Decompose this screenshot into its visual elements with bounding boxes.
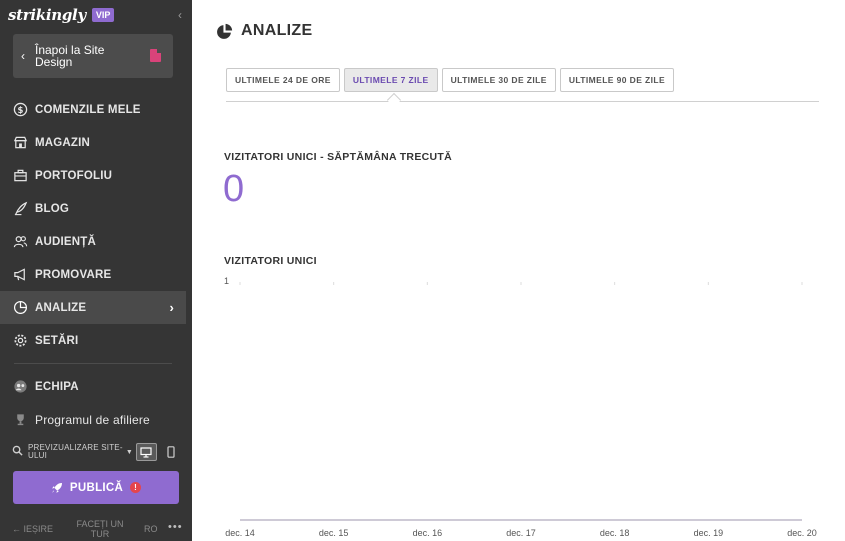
mobile-preview-button[interactable] <box>161 443 182 461</box>
active-tab-caret <box>386 92 402 108</box>
site-preview-row: PREVIZUALIZARE SITE-ULUI ▼ <box>12 441 182 463</box>
mobile-icon <box>167 446 176 458</box>
tab-last-30-days[interactable]: ULTIMELE 30 DE ZILE <box>441 68 556 92</box>
x-tick-label: dec. 16 <box>413 528 443 538</box>
sidebar-nav: $ COMENZILE MELE MAGAZIN PORTOFOLIU BLOG <box>0 93 186 436</box>
megaphone-icon <box>12 267 28 283</box>
back-label: Înapoi la Site Design <box>35 43 105 69</box>
collapse-sidebar-icon[interactable]: ‹ <box>178 8 182 22</box>
back-to-site-design-button[interactable]: ‹ Înapoi la Site Design <box>13 34 173 78</box>
people-icon <box>12 234 28 250</box>
chart-title: VIZITATORI UNICI <box>224 255 317 267</box>
sidebar-item-label: AUDIENȚĂ <box>35 235 97 248</box>
sidebar-item-label: PROMOVARE <box>35 268 112 281</box>
sidebar: strikingly VIP ‹ ‹ Înapoi la Site Design… <box>0 0 192 541</box>
chevron-right-icon: › <box>169 300 174 315</box>
pie-chart-icon <box>217 23 233 39</box>
time-range-tabs: ULTIMELE 24 DE ORE ULTIMELE 7 ZILE ULTIM… <box>226 68 678 92</box>
sidebar-item-promovare[interactable]: PROMOVARE <box>0 258 186 291</box>
sidebar-item-setari[interactable]: SETĂRI <box>0 324 186 357</box>
tab-last-7-days[interactable]: ULTIMELE 7 ZILE <box>343 68 438 92</box>
publish-button[interactable]: PUBLICĂ ! <box>13 471 179 504</box>
strikingly-logo: strikingly <box>8 6 86 24</box>
more-options-icon[interactable]: ••• <box>168 521 183 533</box>
sidebar-item-portofoliu[interactable]: PORTOFOLIU <box>0 159 186 192</box>
tab-last-90-days[interactable]: ULTIMELE 90 DE ZILE <box>559 68 675 92</box>
page-title-text: ANALIZE <box>241 22 313 39</box>
sidebar-item-label: COMENZILE MELE <box>35 103 141 116</box>
trophy-icon <box>12 412 28 428</box>
brand[interactable]: strikingly VIP <box>8 5 115 25</box>
sidebar-item-label: PORTOFOLIU <box>35 169 113 182</box>
dollar-circle-icon: $ <box>12 102 28 118</box>
sidebar-item-analize[interactable]: ANALIZE › <box>0 291 186 324</box>
sidebar-item-label: ANALIZE <box>35 301 87 314</box>
main-content: ANALIZE ULTIMELE 24 DE ORE ULTIMELE 7 ZI… <box>192 0 845 541</box>
gear-icon <box>12 333 28 349</box>
exit-label: IEȘIRE <box>23 524 54 534</box>
language-selector[interactable]: RO <box>144 524 158 534</box>
pie-chart-icon <box>12 300 28 316</box>
sidebar-footer: ← IEȘIRE FACEȚI UN TUR RO ••• <box>0 516 192 541</box>
sidebar-item-label: MAGAZIN <box>35 136 91 149</box>
vip-badge: VIP <box>91 8 115 22</box>
search-icon <box>12 443 23 461</box>
x-tick-label: dec. 18 <box>600 528 630 538</box>
x-tick-label: dec. 20 <box>787 528 817 538</box>
desktop-preview-button[interactable] <box>135 443 157 461</box>
x-tick-label: dec. 17 <box>506 528 536 538</box>
chevron-left-icon: ‹ <box>21 49 25 63</box>
sidebar-item-label: ECHIPA <box>35 380 79 393</box>
take-tour-link[interactable]: FACEȚI UN TUR <box>74 519 126 539</box>
sidebar-item-echipa[interactable]: ECHIPA <box>0 370 186 403</box>
chevron-down-icon[interactable]: ▼ <box>126 449 133 456</box>
svg-text:$: $ <box>17 105 23 115</box>
sidebar-item-label: SETĂRI <box>35 334 79 347</box>
x-tick-label: dec. 19 <box>694 528 724 538</box>
y-tick-label: 1 <box>224 276 229 286</box>
unique-visitors-chart: 1 dec. 14 dec. 15 dec. 16 dec. 17 dec. 18 dec.… <box>224 276 817 538</box>
store-icon <box>12 135 28 151</box>
desktop-icon <box>140 446 152 458</box>
preview-label[interactable]: PREVIZUALIZARE SITE-ULUI <box>28 444 124 460</box>
exit-link[interactable]: ← IEȘIRE <box>12 524 53 534</box>
sidebar-item-label: Programul de afiliere <box>35 412 150 427</box>
page-title: ANALIZE <box>216 22 312 40</box>
sidebar-item-audienta[interactable]: AUDIENȚĂ <box>0 225 186 258</box>
rocket-icon <box>51 482 62 493</box>
x-tick-label: dec. 15 <box>319 528 349 538</box>
sidebar-item-label: BLOG <box>35 202 70 215</box>
briefcase-icon <box>12 168 28 184</box>
sidebar-item-afiliere[interactable]: Programul de afiliere <box>0 403 186 436</box>
sidebar-divider <box>14 363 172 364</box>
sidebar-item-magazin[interactable]: MAGAZIN <box>0 126 186 159</box>
x-tick-label: dec. 14 <box>225 528 255 538</box>
sidebar-item-comenzile-mele[interactable]: $ COMENZILE MELE <box>0 93 186 126</box>
arrow-left-icon: ← <box>12 524 24 534</box>
page-icon <box>150 49 161 62</box>
tabs-divider <box>226 101 819 102</box>
unique-visitors-week-value: 0 <box>223 168 245 210</box>
team-icon <box>12 379 28 395</box>
unique-visitors-week-label: VIZITATORI UNICI - SĂPTĂMÂNA TRECUTĂ <box>224 151 452 163</box>
sidebar-item-blog[interactable]: BLOG <box>0 192 186 225</box>
quill-icon <box>12 201 28 217</box>
tab-last-24-hours[interactable]: ULTIMELE 24 DE ORE <box>226 68 340 92</box>
publish-label: PUBLICĂ <box>69 481 124 494</box>
publish-warning-badge: ! <box>130 482 142 493</box>
